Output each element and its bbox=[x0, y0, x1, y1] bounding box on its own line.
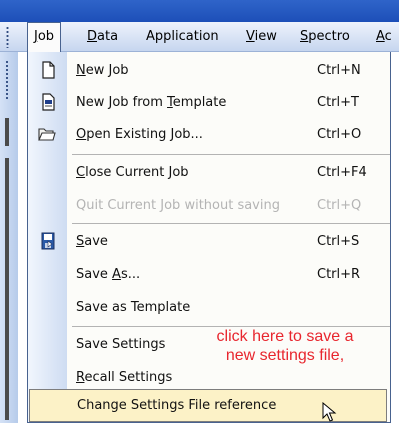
toolbar-strip bbox=[0, 52, 18, 423]
annotation-line-1: click here to save a bbox=[216, 328, 354, 345]
window-edge-mark bbox=[5, 118, 9, 146]
menu-view-label: iew bbox=[254, 29, 277, 44]
shortcut-label: Ctrl+N bbox=[317, 63, 361, 78]
shortcut-label: Ctrl+O bbox=[317, 127, 362, 142]
menu-item-new-job-from-template[interactable]: New Job from Template Ctrl+T bbox=[28, 86, 390, 119]
shortcut-label: Ctrl+S bbox=[317, 234, 360, 249]
menu-bar: Job Data Application View Spectro Ac bbox=[0, 22, 399, 53]
menu-data-mnemonic: D bbox=[87, 29, 98, 44]
menu-item-new-job[interactable]: New Job Ctrl+N bbox=[28, 54, 390, 87]
open-folder-icon bbox=[38, 128, 56, 141]
menu-view-mnemonic: V bbox=[246, 29, 255, 44]
menu-item-label: Save as Template bbox=[76, 300, 191, 315]
annotation-callout: click here to save a new settings file, bbox=[192, 327, 378, 365]
menu-job-label: ob bbox=[37, 29, 55, 44]
new-document-icon bbox=[42, 61, 55, 79]
menu-item-close-current-job[interactable]: Close Current Job Ctrl+F4 bbox=[28, 156, 390, 189]
menu-ac-mnemonic: A bbox=[376, 29, 385, 44]
title-bar bbox=[0, 0, 399, 22]
menu-item-label: Save As... bbox=[76, 267, 141, 282]
menu-separator bbox=[72, 154, 390, 155]
menu-item-save-as-template[interactable]: Save as Template bbox=[28, 291, 390, 324]
save-icon bbox=[41, 232, 55, 250]
menu-separator bbox=[72, 223, 390, 224]
menu-ac[interactable]: Ac bbox=[376, 22, 392, 52]
template-document-icon bbox=[42, 93, 55, 111]
shortcut-label: Ctrl+Q bbox=[317, 198, 362, 213]
annotation-line-2: new settings file, bbox=[225, 347, 345, 364]
side-toolbar-grip[interactable] bbox=[5, 60, 9, 100]
menu-job[interactable]: Job bbox=[27, 22, 62, 53]
menu-item-label: Save bbox=[76, 234, 108, 249]
menu-item-label: Change Settings File reference bbox=[77, 398, 277, 413]
menu-data[interactable]: Data bbox=[87, 22, 118, 52]
menu-application-label: Application bbox=[146, 29, 219, 44]
menu-item-label: New Job from Template bbox=[76, 95, 227, 110]
menu-item-label: Quit Current Job without saving bbox=[76, 198, 280, 213]
shortcut-label: Ctrl+R bbox=[317, 267, 361, 282]
menu-item-label: Save Settings bbox=[76, 337, 166, 352]
menu-item-label: New Job bbox=[76, 63, 129, 78]
menu-item-save[interactable]: Save Ctrl+S bbox=[28, 225, 390, 258]
menu-spectro[interactable]: Spectro bbox=[300, 22, 350, 52]
menu-item-open-existing-job[interactable]: Open Existing Job... Ctrl+O bbox=[28, 118, 390, 151]
menu-item-quit-current-job: Quit Current Job without saving Ctrl+Q bbox=[28, 189, 390, 222]
menu-item-label: Close Current Job bbox=[76, 165, 189, 180]
menu-view[interactable]: View bbox=[246, 22, 277, 52]
mouse-pointer-icon bbox=[322, 402, 337, 422]
shortcut-label: Ctrl+F4 bbox=[317, 165, 367, 180]
menu-item-label: Open Existing Job... bbox=[76, 127, 203, 142]
job-menu-dropdown: New Job Ctrl+N New Job from Template Ctr… bbox=[27, 52, 391, 423]
menu-data-label: ata bbox=[97, 29, 119, 44]
shortcut-label: Ctrl+T bbox=[317, 95, 359, 110]
menu-ac-label: c bbox=[384, 29, 392, 44]
menu-item-save-as[interactable]: Save As... Ctrl+R bbox=[28, 258, 390, 291]
menu-application[interactable]: Application bbox=[146, 22, 219, 52]
window-edge-line bbox=[5, 158, 9, 420]
menu-spectro-label: pectro bbox=[308, 29, 350, 44]
toolbar-grip[interactable] bbox=[6, 26, 9, 48]
